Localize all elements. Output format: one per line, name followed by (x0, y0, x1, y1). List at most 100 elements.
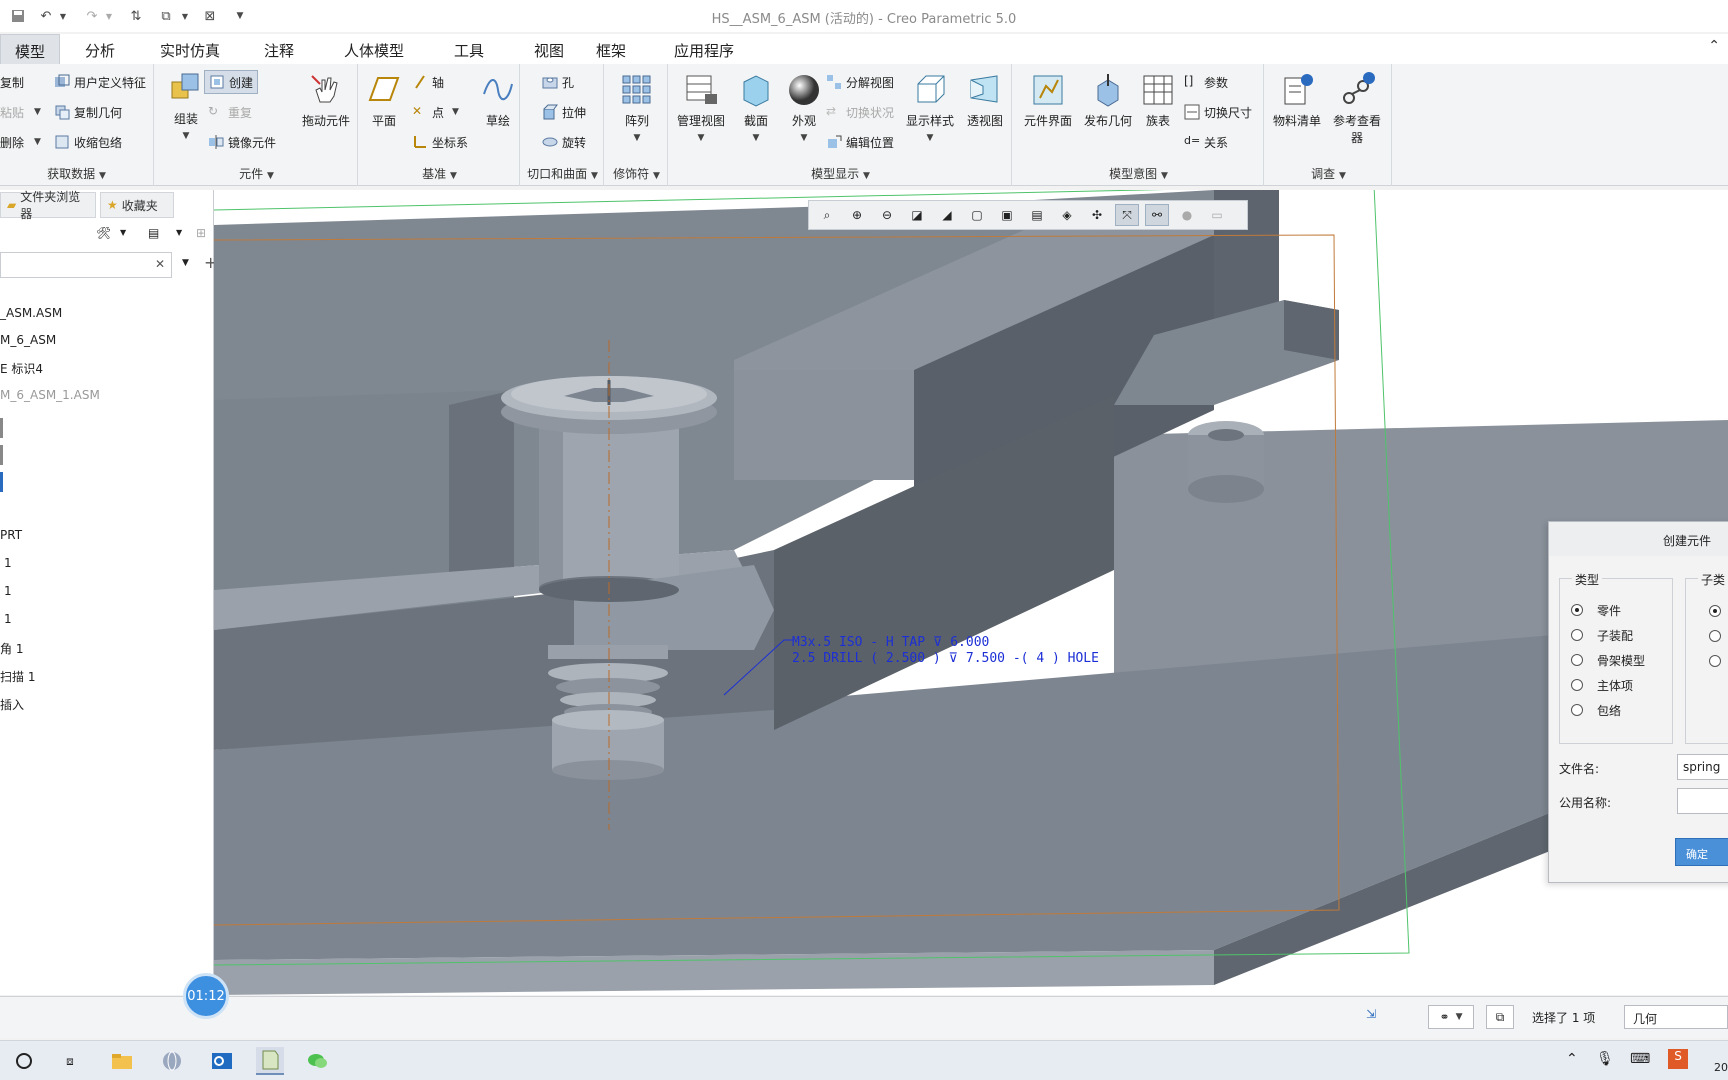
perspective-button[interactable]: 透视图 (962, 72, 1008, 129)
copy-button[interactable]: 复制 (0, 72, 24, 92)
group-label-investigate[interactable]: 调查 ▼ (1266, 165, 1391, 182)
tree-item[interactable]: _ASM.ASM (0, 306, 62, 328)
tab-applications[interactable]: 应用程序 (658, 34, 750, 64)
zoom-in-icon[interactable]: ⊕ (845, 204, 869, 226)
file-name-input[interactable]: spring (1677, 754, 1728, 780)
display-style-view-icon[interactable]: ▢ (965, 204, 989, 226)
saved-orientations-icon[interactable]: ▣ (995, 204, 1019, 226)
keyboard-icon[interactable]: ⌨ (1630, 1051, 1650, 1067)
group-label-model-display[interactable]: 模型显示 ▼ (670, 165, 1011, 182)
group-label-get-data[interactable]: 获取数据 ▼ (0, 165, 153, 182)
find-button[interactable]: ⚭ ▼ (1428, 1005, 1474, 1029)
display-style-button[interactable]: 显示样式 ▼ (902, 72, 958, 143)
paste-button[interactable]: 粘贴 ▼ (0, 102, 41, 122)
delete-button[interactable]: 删除 ▼ (0, 132, 41, 152)
search-circle-icon[interactable] (10, 1047, 38, 1075)
component-interface-button[interactable]: 元件界面 (1020, 72, 1076, 129)
extrude-button[interactable]: 拉伸 (542, 102, 586, 122)
tree-item[interactable]: M_6_ASM (0, 333, 56, 355)
common-name-input[interactable] (1677, 788, 1728, 814)
group-label-modifiers[interactable]: 修饰符 ▼ (606, 165, 667, 182)
edit-position-button[interactable]: 编辑位置 (826, 132, 894, 152)
ok-button[interactable]: 确定 (1675, 838, 1728, 866)
copy-geometry-button[interactable]: 复制几何 (54, 102, 122, 122)
repeat-button[interactable]: ↻ 重复 (208, 102, 252, 122)
selection-buffer-icon[interactable]: ⧉ (1486, 1005, 1514, 1029)
publish-geometry-button[interactable]: 发布几何 (1080, 72, 1136, 129)
tab-folder-browser[interactable]: ▰ 文件夹浏览器 (0, 190, 96, 221)
mirror-component-button[interactable]: 镜像元件 (208, 132, 276, 152)
sogou-input-icon[interactable]: S (1668, 1049, 1688, 1069)
subtype-radio[interactable] (1709, 605, 1721, 617)
tree-item[interactable]: 1 (4, 584, 12, 606)
view-manager-icon[interactable]: ▤ (1025, 204, 1049, 226)
datum-display-icon[interactable]: ◈ (1055, 204, 1079, 226)
chevron-up-icon[interactable]: ⌃ (1708, 38, 1720, 54)
microphone-icon[interactable]: 🎙 (1596, 1051, 1614, 1067)
tab-favorites[interactable]: ★ 收藏夹 (100, 192, 174, 218)
recording-timer[interactable]: 01:12 (183, 973, 229, 1019)
tree-item[interactable]: 1 (4, 556, 12, 578)
tab-live-simulation[interactable]: 实时仿真 (148, 34, 232, 64)
message-area-icon[interactable]: ⇲ (1366, 1007, 1376, 1021)
wechat-icon[interactable] (304, 1047, 332, 1075)
hole-button[interactable]: 孔 (542, 72, 574, 92)
pattern-button[interactable]: 阵列 ▼ (616, 72, 658, 143)
tab-annotate[interactable]: 注释 (246, 34, 312, 64)
browser-globe-icon[interactable] (158, 1047, 186, 1075)
section-button[interactable]: 截面 ▼ (736, 72, 776, 143)
udf-button[interactable]: 用户定义特征 (54, 72, 146, 92)
tab-analysis[interactable]: 分析 (66, 34, 134, 64)
sketch-button[interactable]: 草绘 (480, 72, 516, 129)
point-button[interactable]: ✕ 点 ▼ (412, 102, 459, 122)
reference-viewer-button[interactable]: 参考查看器 (1328, 72, 1386, 146)
create-button[interactable]: 创建 (204, 70, 259, 94)
axis-button[interactable]: 轴 (412, 72, 444, 92)
tree-settings-dropdown-icon[interactable]: ▼ (120, 228, 126, 237)
perspective-view-icon[interactable]: ◢ (935, 204, 959, 226)
tree-item[interactable]: 1 (4, 612, 12, 634)
explode-view-button[interactable]: 分解视图 (826, 72, 894, 92)
subtype-radio[interactable] (1709, 630, 1721, 642)
type-part-radio[interactable]: 零件 (1571, 601, 1621, 619)
zoom-out-icon[interactable]: ⊖ (875, 204, 899, 226)
group-label-model-intent[interactable]: 模型意图 ▼ (1014, 165, 1263, 182)
tab-model[interactable]: 模型 (0, 34, 60, 64)
appearance-button[interactable]: 外观 ▼ (784, 72, 824, 143)
parameters-button[interactable]: [] 参数 (1184, 72, 1228, 92)
assemble-button[interactable]: 组装 ▼ (162, 70, 210, 141)
tree-filter-icon[interactable]: ⊞ (196, 226, 206, 240)
tab-view[interactable]: 视图 (516, 34, 582, 64)
group-label-datum[interactable]: 基准 ▼ (360, 165, 519, 182)
hole-note-line-2[interactable]: 2.5 DRILL ( 2.500 ) ⊽ 7.500 -( 4 ) HOLE (792, 651, 1099, 666)
tree-search-input[interactable]: ✕ (0, 252, 172, 278)
tree-item[interactable]: E 标识4 (0, 360, 43, 382)
show-icon[interactable]: ▤ (148, 226, 159, 240)
revolve-button[interactable]: 旋转 (542, 132, 586, 152)
tree-item[interactable]: M_6_ASM_1.ASM (0, 388, 100, 410)
group-label-component[interactable]: 元件 ▼ (156, 165, 357, 182)
clear-search-icon[interactable]: ✕ (155, 257, 165, 271)
tab-manikin[interactable]: 人体模型 (326, 34, 422, 64)
chevron-up-tray-icon[interactable]: ⌃ (1566, 1051, 1578, 1067)
graphics-window[interactable]: M3x.5 ISO - H TAP ⊽ 6.000 2.5 DRILL ( 2.… (214, 190, 1728, 995)
annotation-display-icon[interactable]: ✣ (1085, 204, 1109, 226)
type-bulk-item-radio[interactable]: 主体项 (1571, 676, 1633, 694)
refit-icon[interactable]: ⌕ (815, 204, 839, 226)
hole-note-line-1[interactable]: M3x.5 ISO - H TAP ⊽ 6.000 (792, 635, 989, 650)
tree-item[interactable]: PRT (0, 528, 22, 550)
relations-button[interactable]: d= 关系 (1184, 132, 1228, 152)
drag-component-button[interactable]: 拖动元件 (296, 72, 356, 129)
subtype-radio[interactable] (1709, 655, 1721, 667)
tree-settings-icon[interactable]: 🛠 (96, 226, 111, 240)
tree-expander[interactable] (0, 472, 3, 492)
type-skeleton-radio[interactable]: 骨架模型 (1571, 651, 1645, 669)
selection-filter[interactable]: 几何 (1624, 1005, 1728, 1029)
tab-framework[interactable]: 框架 (578, 34, 644, 64)
bom-button[interactable]: 物料清单 (1270, 72, 1324, 129)
type-subassembly-radio[interactable]: 子装配 (1571, 626, 1633, 644)
spin-center-icon[interactable]: ⤧ (1115, 204, 1139, 226)
outlook-icon[interactable] (208, 1047, 236, 1075)
tree-item[interactable]: 角 1 (0, 640, 23, 662)
tree-expander[interactable] (0, 418, 3, 438)
